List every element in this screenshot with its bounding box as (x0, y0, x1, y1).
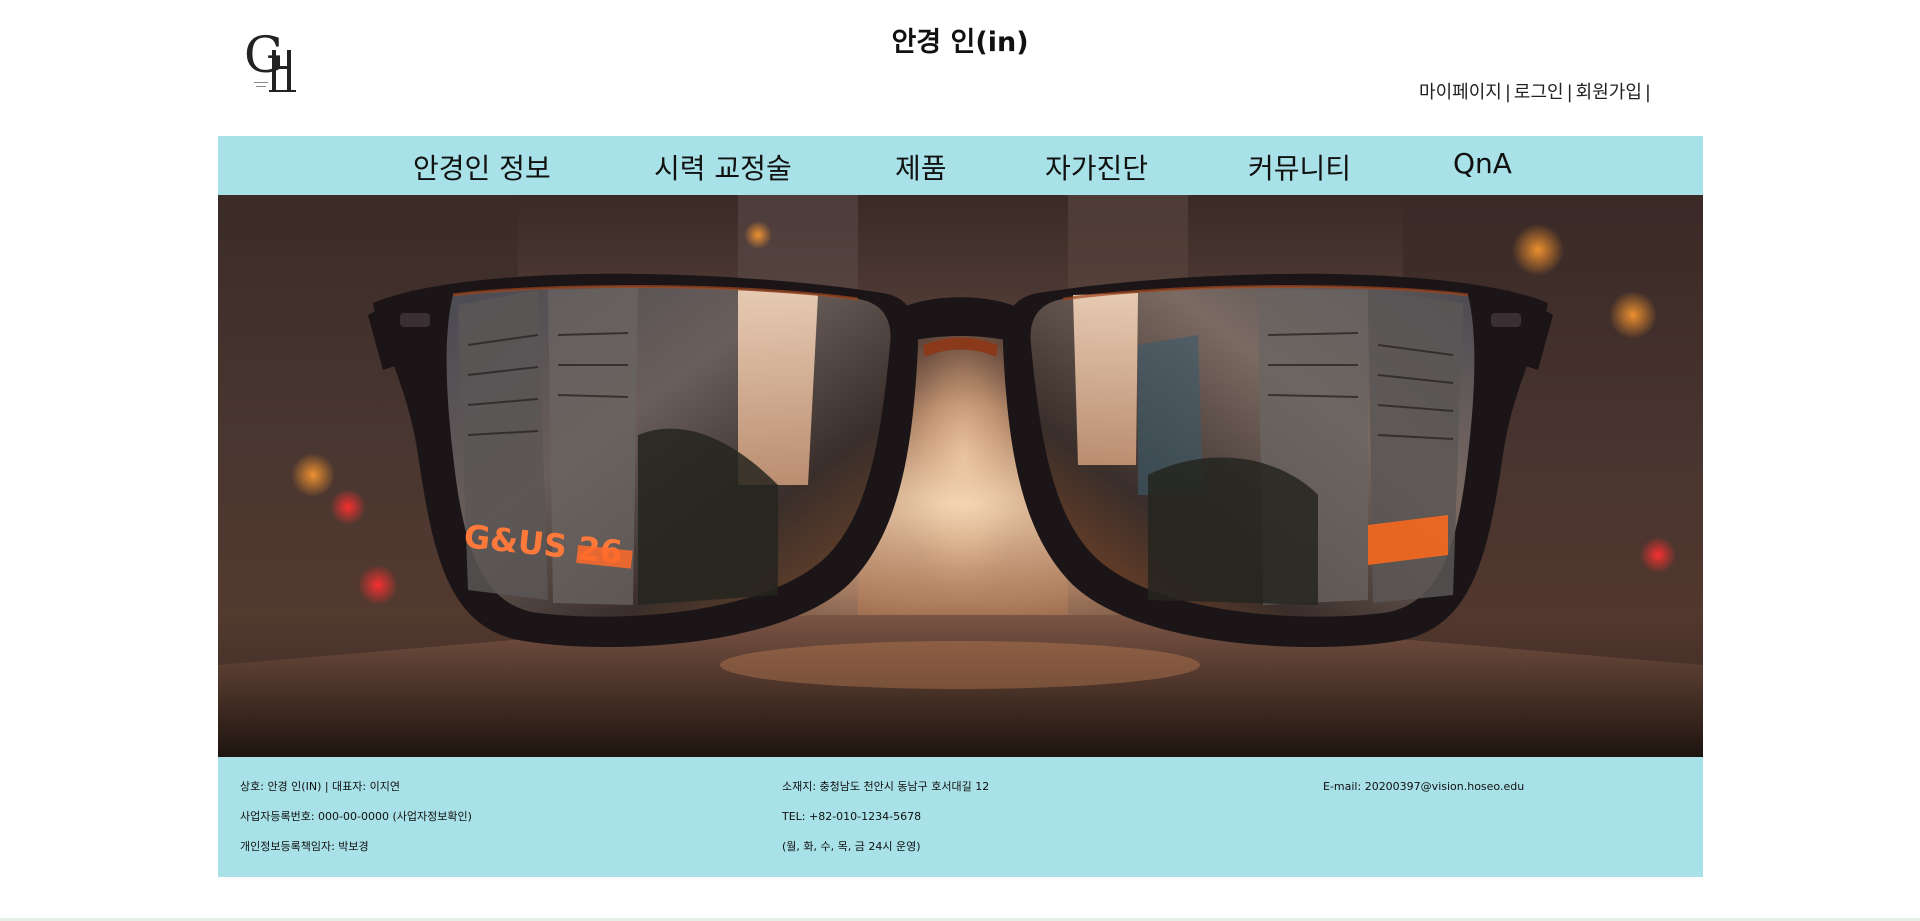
nav-item-qna[interactable]: QnA (1453, 147, 1512, 180)
main-nav: 안경인 정보 시력 교정술 제품 자가진단 커뮤니티 QnA (218, 136, 1703, 195)
footer: 상호: 안경 인(IN) | 대표자: 이지연 사업자등록번호: 000-00-… (218, 757, 1703, 877)
footer-email[interactable]: E-mail: 20200397@vision.hoseo.edu (1323, 779, 1524, 809)
separator: | (1566, 82, 1573, 103)
separator: | (1504, 82, 1511, 103)
footer-company-info: 상호: 안경 인(IN) | 대표자: 이지연 사업자등록번호: 000-00-… (240, 779, 472, 869)
user-links: 마이페이지 | 로그인 | 회원가입 | (1419, 78, 1654, 104)
footer-hours: (월, 화, 수, 목, 금 24시 운영) (782, 840, 921, 853)
nav-item-vision-correction[interactable]: 시력 교정술 (654, 147, 792, 187)
nav-item-eyeglass-info[interactable]: 안경인 정보 (413, 147, 551, 187)
hero-illustration: G&US 26 (218, 195, 1703, 757)
separator: | (1644, 82, 1651, 103)
hero-banner-image: G&US 26 (218, 195, 1703, 757)
footer-company-name: 상호: 안경 인(IN) | 대표자: 이지연 (240, 780, 400, 793)
mypage-link[interactable]: 마이페이지 (1419, 82, 1502, 103)
login-link[interactable]: 로그인 (1514, 82, 1564, 103)
footer-privacy-officer: 개인정보등록책임자: 박보경 (240, 840, 369, 853)
page: G 안경 인(in) 마이페이지 | 로그인 | 회원가입 | 안경인 정보 시력 교정술… (0, 0, 1920, 921)
footer-contact-info: 소재지: 충청남도 천안시 동남구 호서대길 12 TEL: +82-010-1… (782, 779, 989, 869)
nav-item-community[interactable]: 커뮤니티 (1248, 147, 1351, 187)
signup-link[interactable]: 회원가입 (1576, 82, 1642, 103)
footer-email-info: E-mail: 20200397@vision.hoseo.edu (1323, 779, 1524, 809)
footer-phone: TEL: +82-010-1234-5678 (782, 810, 922, 823)
site-title[interactable]: 안경 인(in) (0, 20, 1920, 59)
footer-address: 소재지: 충청남도 천안시 동남구 호서대길 12 (782, 780, 990, 793)
nav-item-products[interactable]: 제품 (895, 147, 947, 187)
nav-item-self-diagnosis[interactable]: 자가진단 (1045, 147, 1148, 187)
footer-business-number: 사업자등록번호: 000-00-0000 (사업자정보확인) (240, 810, 472, 823)
